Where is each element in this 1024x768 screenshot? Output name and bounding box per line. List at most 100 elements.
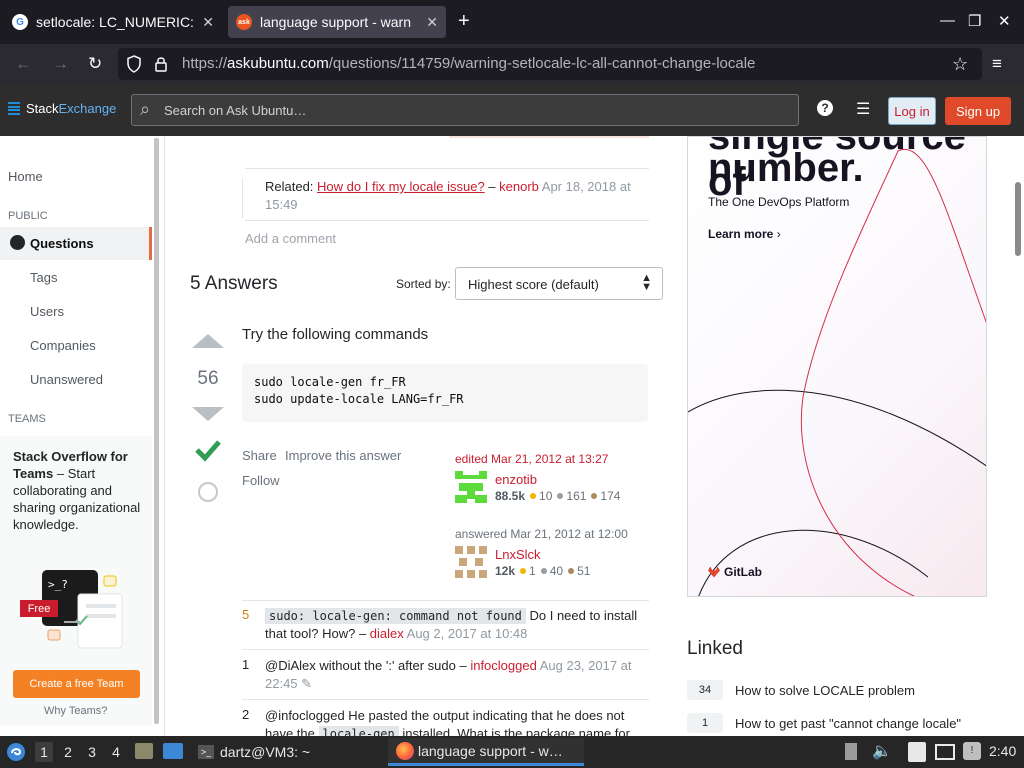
bookmark-star-icon[interactable]: ☆: [952, 54, 968, 75]
answered-timestamp: answered Mar 21, 2012 at 12:00: [455, 527, 628, 541]
start-menu-icon[interactable]: [6, 742, 26, 762]
share-link[interactable]: Share: [242, 448, 277, 463]
author-reputation: 12k 1 40 51: [495, 564, 591, 578]
history-icon[interactable]: [198, 482, 218, 502]
battery-icon[interactable]: [845, 743, 857, 760]
forward-icon[interactable]: →: [52, 54, 69, 74]
help-icon[interactable]: ?: [817, 100, 833, 116]
question-snippet-edge: [449, 136, 649, 138]
search-icon: ⌕: [140, 99, 151, 119]
close-tab-icon[interactable]: ✕: [426, 14, 438, 31]
answer-body: Try the following commands: [242, 326, 429, 343]
editor-name-link[interactable]: enzotib: [495, 472, 537, 487]
comment-user-link[interactable]: dialex: [370, 626, 404, 641]
sidebar-item-users[interactable]: Users: [30, 304, 64, 319]
divider: [245, 220, 649, 221]
terminal-icon: >_: [198, 745, 214, 759]
inline-code: sudo: locale-gen: command not found: [265, 608, 526, 624]
ad-learn-more-link[interactable]: Learn more ›: [708, 227, 781, 241]
edit-pencil-icon[interactable]: ✎: [301, 676, 312, 691]
gitlab-ad[interactable]: single source of number. The One DevOps …: [687, 136, 987, 597]
back-icon[interactable]: ←: [15, 54, 32, 74]
edited-timestamp-link[interactable]: edited Mar 21, 2012 at 13:27: [455, 452, 608, 466]
notifications-icon[interactable]: !: [963, 742, 981, 760]
new-tab-button[interactable]: +: [458, 10, 470, 33]
sidebar-item-questions[interactable]: Questions: [0, 227, 152, 260]
svg-text:>_?: >_?: [48, 578, 68, 591]
close-window-icon[interactable]: ✕: [998, 12, 1011, 30]
related-link[interactable]: How do I fix my locale issue?: [317, 179, 485, 194]
comment-score: 5: [242, 607, 250, 622]
sidebar-item-tags[interactable]: Tags: [30, 270, 57, 285]
firefox-icon: [396, 741, 414, 760]
google-icon: G: [12, 14, 28, 30]
improve-answer-link[interactable]: Improve this answer: [285, 448, 401, 463]
minimize-icon[interactable]: —: [940, 12, 955, 29]
taskbar-browser[interactable]: language support - w…: [388, 738, 584, 766]
browser-tab-active[interactable]: ask language support - warn ✕: [228, 6, 446, 38]
downvote-button[interactable]: [192, 407, 224, 421]
why-teams-link[interactable]: Why Teams?: [44, 705, 107, 717]
sort-select-value: Highest score (default): [468, 277, 599, 292]
author-name-link[interactable]: LnxSlck: [495, 547, 541, 562]
page-scrollbar-thumb[interactable]: [1015, 182, 1021, 256]
code-block: sudo locale-gen fr_FR sudo update-locale…: [242, 364, 648, 422]
shield-icon: [127, 55, 141, 73]
answers-count-heading: 5 Answers: [190, 273, 278, 294]
sidebar-item-home[interactable]: Home: [8, 169, 43, 184]
workspace-1[interactable]: 1: [35, 742, 53, 762]
editor-avatar[interactable]: [455, 471, 487, 503]
tab-title: language support - warn: [260, 14, 411, 30]
show-desktop-icon[interactable]: [163, 743, 183, 759]
reload-icon[interactable]: ↻: [88, 54, 102, 74]
sort-select[interactable]: Highest score (default) ▲ ▼: [455, 267, 663, 300]
search-input[interactable]: ⌕ Search on Ask Ubuntu…: [131, 94, 799, 126]
sidebar-heading-public: PUBLIC: [8, 210, 48, 222]
comment-related: Related: How do I fix my locale issue? –…: [265, 179, 631, 212]
sidebar-item-unanswered[interactable]: Unanswered: [30, 372, 103, 387]
network-icon[interactable]: [935, 744, 955, 760]
restore-icon[interactable]: ❐: [968, 12, 981, 30]
menu-icon[interactable]: ≡: [992, 54, 1002, 74]
workspace-2[interactable]: 2: [59, 742, 77, 762]
code-line: sudo locale-gen fr_FR: [254, 375, 406, 389]
add-comment-link[interactable]: Add a comment: [245, 231, 336, 246]
select-arrows-icon: ▲ ▼: [641, 272, 652, 293]
comment-user-link[interactable]: kenorb: [499, 179, 539, 194]
logo-text: Exchange: [58, 101, 117, 116]
author-avatar[interactable]: [455, 546, 487, 578]
divider: [242, 600, 649, 601]
linked-question-link[interactable]: How to solve LOCALE problem: [735, 683, 915, 698]
clock: 2:40: [989, 743, 1017, 759]
sidebar-scrollbar[interactable]: [154, 138, 159, 724]
comment-user-link[interactable]: infoclogged: [470, 658, 537, 673]
comment: sudo: locale-gen: command not found Do I…: [265, 608, 638, 641]
create-team-button[interactable]: Create a free Team: [13, 670, 140, 698]
ad-subline: The One DevOps Platform: [708, 195, 850, 209]
browser-tab[interactable]: G setlocale: LC_NUMERIC: c ✕: [4, 6, 222, 38]
logo-text: Stack: [26, 101, 59, 116]
free-badge: Free: [20, 600, 58, 617]
login-button[interactable]: Log in: [888, 97, 936, 125]
file-manager-icon[interactable]: [135, 743, 153, 759]
site-switcher-icon[interactable]: ☰: [856, 99, 870, 119]
follow-link[interactable]: Follow: [242, 473, 280, 488]
search-placeholder: Search on Ask Ubuntu…: [164, 103, 307, 118]
close-tab-icon[interactable]: ✕: [202, 14, 214, 31]
clipboard-icon[interactable]: [908, 742, 926, 762]
taskbar-terminal[interactable]: >_ dartz@VM3: ~: [192, 738, 316, 766]
signup-button[interactable]: Sign up: [945, 97, 1011, 125]
workspace-4[interactable]: 4: [107, 742, 125, 762]
site-header: Stack Exchange ⌕ Search on Ask Ubuntu… ? …: [0, 84, 1024, 136]
volume-icon[interactable]: 🔈: [872, 741, 892, 761]
url-bar[interactable]: https://askubuntu.com/questions/114759/w…: [118, 48, 982, 80]
stackexchange-logo[interactable]: Stack Exchange: [8, 101, 116, 116]
accepted-checkmark-icon: [195, 440, 221, 462]
comment-gutter: [242, 178, 243, 218]
task-label: language support - w…: [418, 742, 563, 759]
linked-question-link[interactable]: How to get past "cannot change locale": [735, 716, 961, 731]
sidebar-heading-teams: TEAMS: [8, 413, 46, 425]
sidebar-item-companies[interactable]: Companies: [30, 338, 96, 353]
upvote-button[interactable]: [192, 334, 224, 348]
workspace-3[interactable]: 3: [83, 742, 101, 762]
